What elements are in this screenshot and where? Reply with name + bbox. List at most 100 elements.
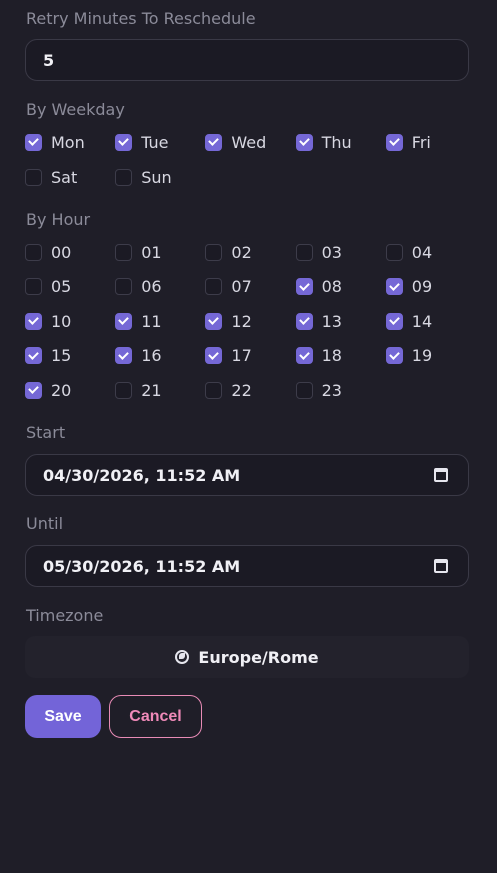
hour-checkbox-15[interactable]: 15 xyxy=(25,346,71,366)
hour-checkbox-06[interactable]: 06 xyxy=(115,277,162,297)
hour-checkbox-04[interactable]: 04 xyxy=(385,242,433,262)
weekday-checkbox-wed[interactable]: Wed xyxy=(205,132,266,152)
weekday-checkbox-thu[interactable]: Thu xyxy=(295,132,352,152)
weekday-checkbox-label: Mon xyxy=(51,132,85,152)
checkbox[interactable] xyxy=(115,347,133,364)
hour-checkbox-11[interactable]: 11 xyxy=(115,311,162,331)
hour-checkbox-00[interactable]: 00 xyxy=(25,242,71,262)
checkbox[interactable] xyxy=(385,278,403,295)
hour-checkbox-10[interactable]: 10 xyxy=(25,311,71,331)
checkbox[interactable] xyxy=(25,312,42,330)
hour-checkbox-label: 21 xyxy=(141,380,162,400)
checkbox[interactable] xyxy=(25,133,42,151)
hour-checkbox-label: 22 xyxy=(231,380,252,400)
hour-checkbox-label: 23 xyxy=(321,380,342,400)
checkbox[interactable] xyxy=(115,312,133,330)
hour-checkbox-label: 01 xyxy=(141,242,162,262)
hour-checkbox-label: 14 xyxy=(411,311,433,331)
weekday-checkbox-label: Thu xyxy=(321,132,352,152)
start-datetime-input[interactable]: 04/30/2026, 11:52 AM xyxy=(25,454,469,496)
hour-checkbox-23[interactable]: 23 xyxy=(295,380,342,400)
weekday-checkbox-sat[interactable]: Sat xyxy=(25,167,77,187)
checkbox[interactable] xyxy=(295,381,313,399)
start-datetime-value: 04/30/2026, 11:52 AM xyxy=(43,465,241,485)
until-datetime-input[interactable]: 05/30/2026, 11:52 AM xyxy=(25,545,469,587)
hour-checkbox-01[interactable]: 01 xyxy=(115,242,162,262)
checkbox[interactable] xyxy=(25,168,42,186)
hour-checkbox-label: 09 xyxy=(411,277,433,296)
hour-checkbox-label: 05 xyxy=(51,277,72,296)
checkbox[interactable] xyxy=(115,278,133,295)
checkbox[interactable] xyxy=(385,133,403,151)
hour-checkbox-12[interactable]: 12 xyxy=(205,311,252,331)
hour-checkbox-14[interactable]: 14 xyxy=(385,311,433,331)
checkbox[interactable] xyxy=(205,243,223,261)
hour-checkbox-label: 10 xyxy=(51,311,72,331)
hour-checkbox-label: 08 xyxy=(321,277,342,296)
hour-checkbox-03[interactable]: 03 xyxy=(295,242,342,262)
hour-checkbox-02[interactable]: 02 xyxy=(205,242,252,262)
hour-label: By Hour xyxy=(26,210,91,229)
hour-checkbox-09[interactable]: 09 xyxy=(385,277,433,297)
hour-checkbox-label: 19 xyxy=(411,346,433,365)
cancel-button[interactable]: Cancel xyxy=(109,695,202,738)
checkbox[interactable] xyxy=(205,347,223,364)
checkbox[interactable] xyxy=(25,243,42,261)
checkbox[interactable] xyxy=(205,381,223,399)
checkbox[interactable] xyxy=(385,243,403,261)
checkbox[interactable] xyxy=(205,278,223,295)
retry-label: Retry Minutes To Reschedule xyxy=(26,9,256,28)
weekday-checkbox-label: Sun xyxy=(141,167,172,187)
timezone-value: Europe/Rome xyxy=(198,647,319,667)
checkbox[interactable] xyxy=(205,312,223,330)
checkbox[interactable] xyxy=(115,168,133,186)
hour-checkbox-label: 18 xyxy=(321,346,342,365)
weekday-checkbox-label: Wed xyxy=(231,132,267,152)
until-label: Until xyxy=(26,514,64,533)
checkbox[interactable] xyxy=(205,133,223,151)
save-button[interactable]: Save xyxy=(25,695,101,738)
checkbox[interactable] xyxy=(295,133,313,151)
checkbox[interactable] xyxy=(295,243,313,261)
checkbox[interactable] xyxy=(115,133,133,151)
hour-checkbox-16[interactable]: 16 xyxy=(115,346,162,366)
checkbox[interactable] xyxy=(25,347,42,364)
hour-checkbox-08[interactable]: 08 xyxy=(295,277,342,297)
hour-checkbox-13[interactable]: 13 xyxy=(295,311,342,331)
calendar-icon[interactable] xyxy=(434,559,448,573)
checkbox[interactable] xyxy=(295,278,313,295)
hour-checkbox-19[interactable]: 19 xyxy=(385,346,433,366)
globe-icon xyxy=(175,650,190,664)
checkbox[interactable] xyxy=(25,381,42,399)
checkbox[interactable] xyxy=(115,243,133,261)
timezone-select[interactable]: Europe/Rome xyxy=(25,636,469,678)
weekday-checkbox-label: Fri xyxy=(411,132,431,152)
hour-checkbox-22[interactable]: 22 xyxy=(205,380,252,400)
hour-checkbox-21[interactable]: 21 xyxy=(115,380,162,400)
checkbox[interactable] xyxy=(25,278,42,295)
weekday-checkbox-sun[interactable]: Sun xyxy=(115,167,172,187)
weekday-checkbox-tue[interactable]: Tue xyxy=(115,132,169,152)
hour-checkbox-label: 16 xyxy=(141,346,162,365)
checkbox[interactable] xyxy=(385,312,403,330)
weekday-checkbox-mon[interactable]: Mon xyxy=(25,132,85,152)
hour-checkbox-05[interactable]: 05 xyxy=(25,277,71,297)
retry-minutes-input[interactable]: 5 xyxy=(25,39,469,81)
checkbox[interactable] xyxy=(295,312,313,330)
weekday-checkbox-fri[interactable]: Fri xyxy=(385,132,431,152)
calendar-icon[interactable] xyxy=(434,468,448,482)
hour-checkbox-17[interactable]: 17 xyxy=(205,346,252,366)
hour-checkbox-label: 04 xyxy=(411,242,433,262)
checkbox[interactable] xyxy=(385,347,403,364)
weekday-label: By Weekday xyxy=(26,100,125,119)
hour-checkbox-07[interactable]: 07 xyxy=(205,277,252,297)
hour-checkbox-18[interactable]: 18 xyxy=(295,346,342,366)
checkbox[interactable] xyxy=(115,381,133,399)
hour-checkbox-20[interactable]: 20 xyxy=(25,380,71,400)
hour-checkbox-label: 03 xyxy=(321,242,342,262)
checkbox[interactable] xyxy=(295,347,313,364)
weekday-checkbox-label: Sat xyxy=(51,167,78,187)
hour-checkbox-label: 13 xyxy=(321,311,342,331)
hour-checkbox-label: 00 xyxy=(51,242,72,262)
hour-checkbox-label: 02 xyxy=(231,242,252,262)
